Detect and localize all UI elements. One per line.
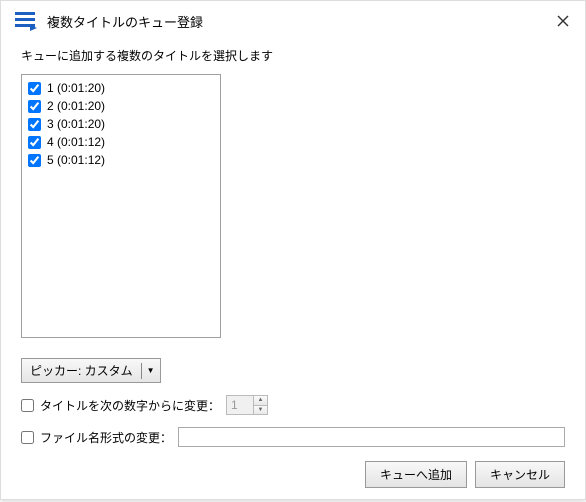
filename-option-row: ファイル名形式の変更： [21,427,565,447]
app-logo-icon [15,11,37,31]
list-item: 3 (0:01:20) [28,115,214,133]
title-checkbox[interactable] [28,118,41,131]
title-label: 1 (0:01:20) [47,81,105,95]
title-checkbox[interactable] [28,82,41,95]
close-button[interactable] [555,13,571,29]
dropdown-arrow-icon: ▼ [142,366,160,375]
filename-input[interactable] [178,427,565,447]
spinner-up-icon[interactable]: ▲ [254,396,267,406]
list-item: 2 (0:01:20) [28,97,214,115]
add-to-queue-button[interactable]: キューへ追加 [365,461,467,488]
title-label: 5 (0:01:12) [47,153,105,167]
renumber-option-row: タイトルを次の数字からに変更： ▲ ▼ [21,395,565,415]
title-checkbox[interactable] [28,100,41,113]
cancel-button[interactable]: キャンセル [475,461,565,488]
dialog-title: 複数タイトルのキュー登録 [47,12,555,31]
filename-checkbox[interactable] [21,431,34,444]
filename-label: ファイル名形式の変更： [40,429,172,446]
instruction-text: キューに追加する複数のタイトルを選択します [21,47,565,64]
title-label: 4 (0:01:12) [47,135,105,149]
spinner-down-icon[interactable]: ▼ [254,406,267,415]
renumber-spinner[interactable]: ▲ ▼ [226,395,268,415]
title-label: 2 (0:01:20) [47,99,105,113]
renumber-label: タイトルを次の数字からに変更： [40,397,220,414]
title-list[interactable]: 1 (0:01:20) 2 (0:01:20) 3 (0:01:20) 4 (0… [21,74,221,338]
list-item: 5 (0:01:12) [28,151,214,169]
title-label: 3 (0:01:20) [47,117,105,131]
picker-dropdown[interactable]: ピッカー: カスタム ▼ [21,358,161,383]
list-item: 4 (0:01:12) [28,133,214,151]
list-item: 1 (0:01:20) [28,79,214,97]
renumber-checkbox[interactable] [21,399,34,412]
title-checkbox[interactable] [28,154,41,167]
picker-label: ピッカー: カスタム [22,359,141,382]
dialog-header: 複数タイトルのキュー登録 [1,1,585,39]
title-checkbox[interactable] [28,136,41,149]
renumber-value[interactable] [227,396,253,414]
